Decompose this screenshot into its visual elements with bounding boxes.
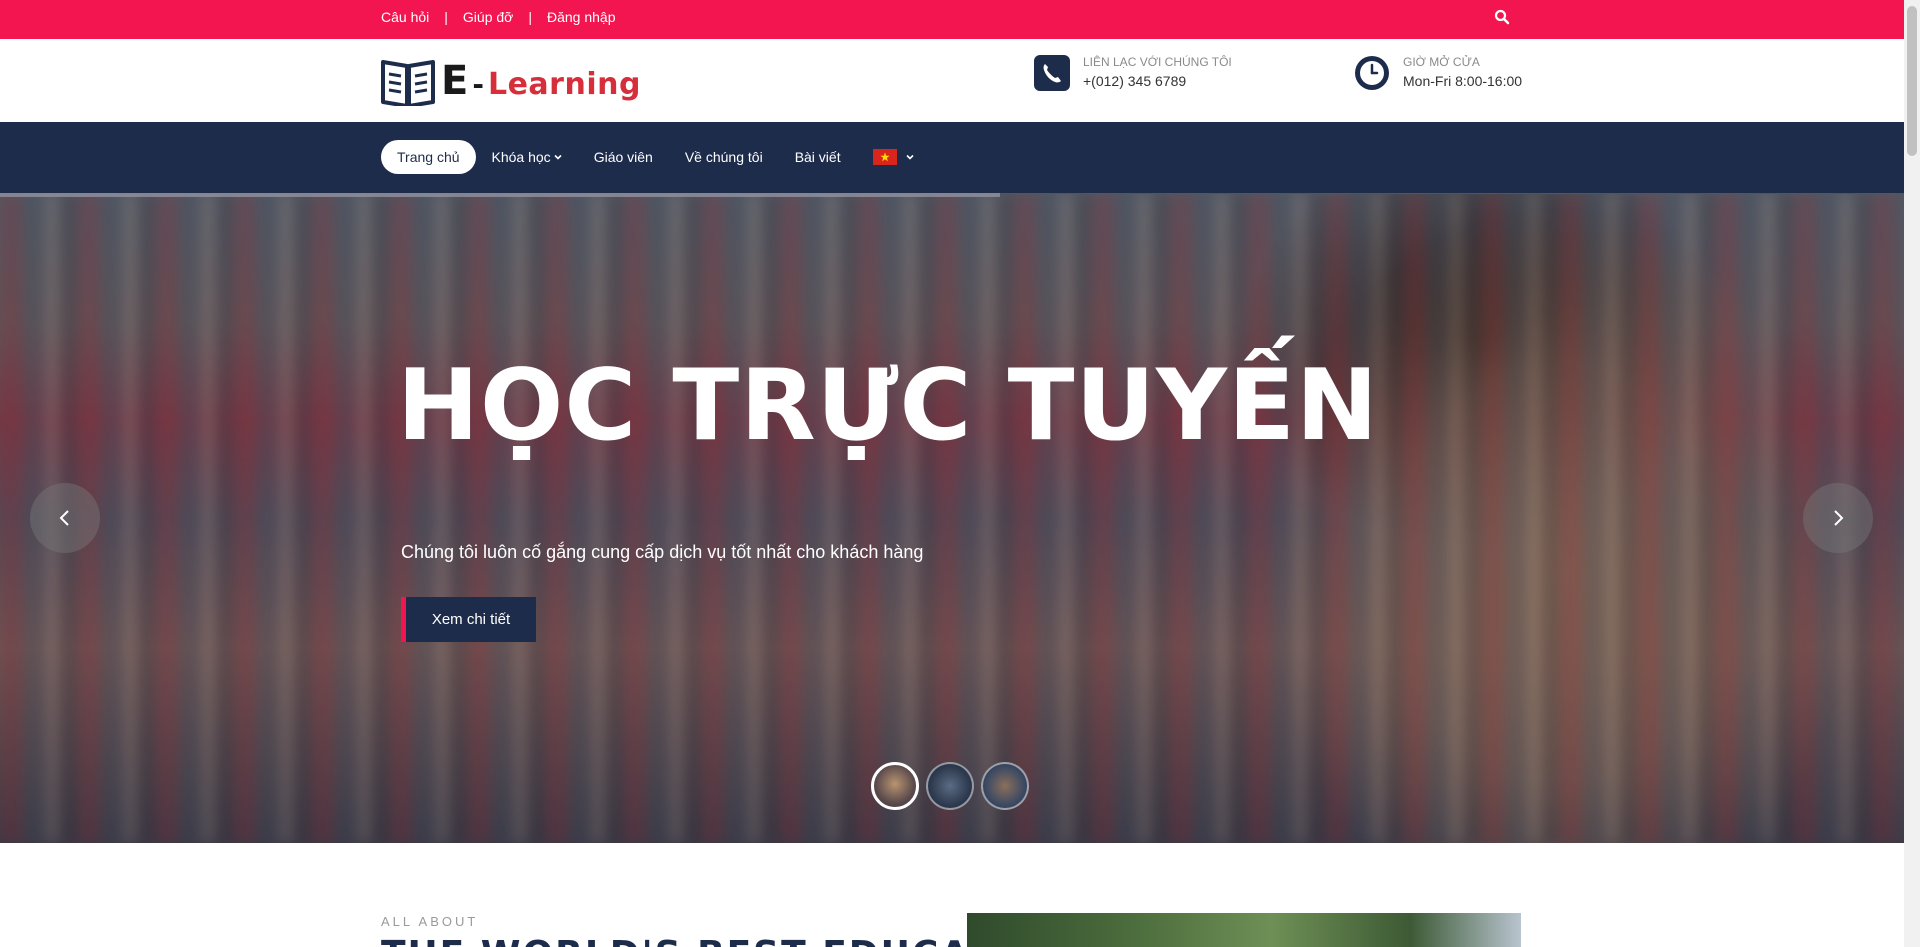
login-link[interactable]: Đăng nhập	[547, 9, 616, 25]
slider-next-button[interactable]	[1803, 483, 1873, 553]
logo-dash: -	[472, 67, 484, 101]
nav-item-about[interactable]: Về chúng tôi	[669, 140, 779, 174]
chevron-down-icon	[554, 154, 562, 160]
slider-progress-bar	[0, 193, 1000, 197]
about-image	[967, 913, 1521, 947]
site-header: E - Learning LIÊN LẠC VỚI CHÚNG TÔI +(01…	[0, 39, 1904, 122]
hours-label: GIỜ MỞ CỬA	[1403, 55, 1480, 69]
phone-icon	[1034, 55, 1070, 91]
main-nav: Trang chủ Khóa học Giáo viên Về chúng tô…	[0, 122, 1904, 194]
slide-thumbnail-1[interactable]	[871, 762, 919, 810]
chevron-right-icon	[1834, 510, 1844, 526]
logo-letter: E	[441, 58, 469, 104]
chevron-left-icon	[59, 510, 69, 526]
nav-item-label: Khóa học	[491, 149, 551, 165]
view-details-button[interactable]: Xem chi tiết	[401, 597, 536, 642]
logo[interactable]: E - Learning	[381, 56, 641, 106]
slide-thumbnail-2[interactable]	[926, 762, 974, 810]
nav-item-courses[interactable]: Khóa học	[476, 140, 578, 174]
search-icon[interactable]	[1494, 9, 1510, 25]
top-separator: |	[444, 8, 448, 25]
hero-title: HỌC TRỰC TUYẾN	[397, 349, 1379, 463]
vietnam-flag-icon	[872, 149, 897, 165]
hero-slider: HỌC TRỰC TUYẾN Chúng tôi luôn cố gắng cu…	[0, 194, 1904, 843]
slide-thumbnail-3[interactable]	[981, 762, 1029, 810]
help-link[interactable]: Giúp đỡ	[463, 9, 513, 25]
hero-subtitle: Chúng tôi luôn cố gắng cung cấp dịch vụ …	[401, 542, 924, 562]
clock-icon	[1355, 56, 1389, 90]
page-scrollbar[interactable]	[1904, 0, 1920, 947]
faq-link[interactable]: Câu hỏi	[381, 9, 429, 25]
chevron-down-icon	[906, 154, 914, 160]
contact-info: LIÊN LẠC VỚI CHÚNG TÔI +(012) 345 6789	[1034, 54, 1232, 92]
scrollbar-thumb[interactable]	[1907, 6, 1917, 156]
nav-item-posts[interactable]: Bài viết	[779, 140, 857, 174]
language-selector[interactable]	[857, 140, 930, 174]
slider-prev-button[interactable]	[30, 483, 100, 553]
top-bar: Câu hỏi | Giúp đỡ | Đăng nhập	[0, 0, 1904, 39]
book-logo-icon	[381, 60, 435, 106]
top-links: Câu hỏi | Giúp đỡ | Đăng nhập	[381, 0, 616, 33]
contact-label: LIÊN LẠC VỚI CHÚNG TÔI	[1083, 55, 1232, 69]
logo-wordmark: Learning	[487, 66, 641, 102]
top-separator: |	[528, 8, 532, 25]
opening-hours: GIỜ MỞ CỬA Mon-Fri 8:00-16:00	[1354, 54, 1522, 92]
hours-value: Mon-Fri 8:00-16:00	[1403, 73, 1523, 89]
contact-phone: +(012) 345 6789	[1083, 73, 1187, 89]
nav-item-home[interactable]: Trang chủ	[381, 140, 476, 174]
slider-thumbnails	[871, 762, 1036, 810]
nav-item-teachers[interactable]: Giáo viên	[578, 140, 669, 174]
about-eyebrow: ALL ABOUT	[381, 914, 479, 929]
